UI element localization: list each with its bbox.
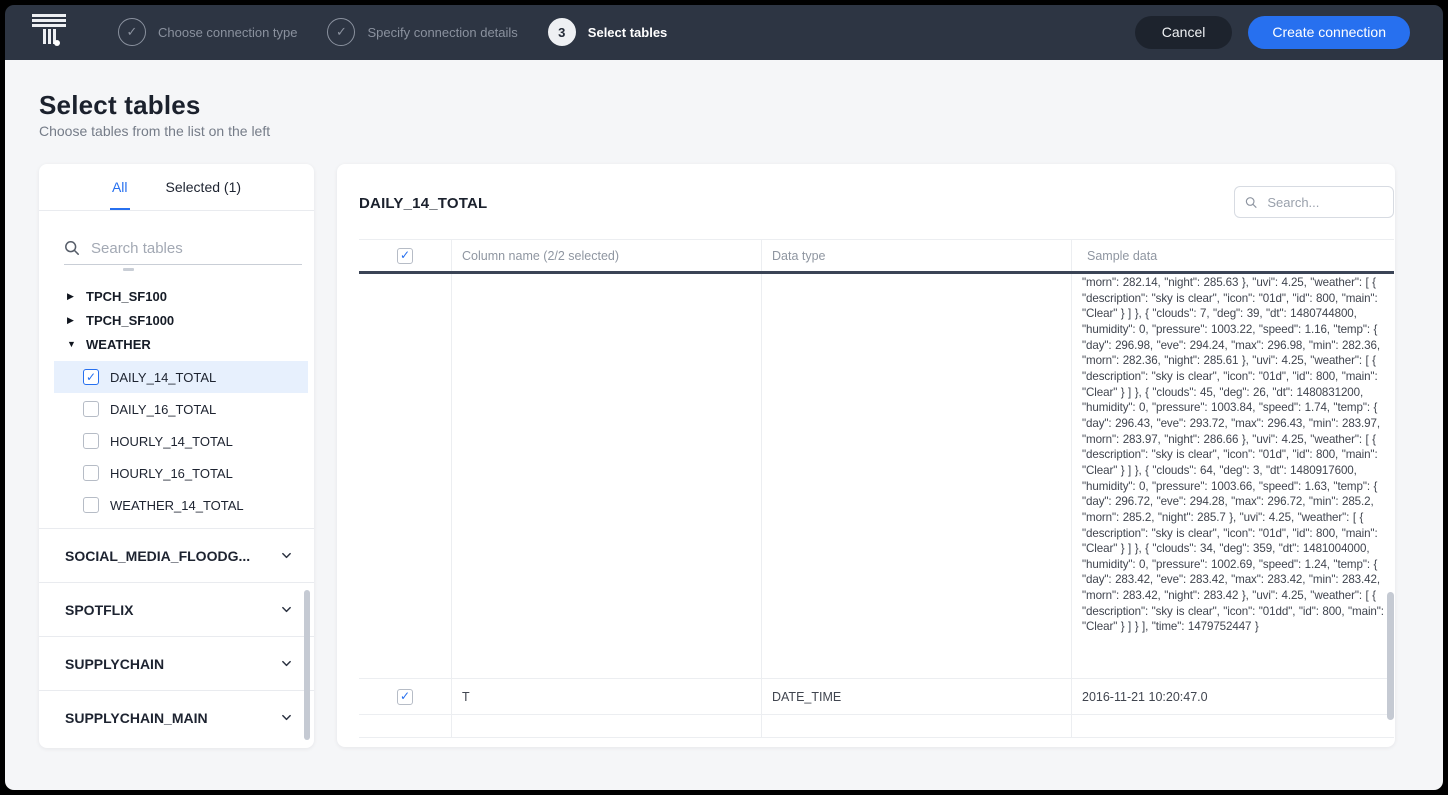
table-row: "morn": 282.14, "night": 285.63 }, "uvi"…: [359, 274, 1394, 679]
thoughtspot-logo-icon: [30, 14, 68, 50]
table-item-label: DAILY_16_TOTAL: [110, 402, 216, 417]
columns-search-input[interactable]: [1265, 194, 1383, 211]
data-type-header: Data type: [762, 240, 1072, 271]
table-item-weather-14-total[interactable]: ✓ WEATHER_14_TOTAL: [54, 489, 308, 521]
table-item-label: HOURLY_16_TOTAL: [110, 466, 233, 481]
caret-right-icon: ▶: [67, 315, 77, 326]
column-name-cell: [452, 274, 762, 678]
accordion-label: SUPPLYCHAIN_MAIN: [65, 710, 208, 726]
tab-selected[interactable]: Selected (1): [164, 164, 243, 210]
chevron-down-icon: [281, 604, 292, 615]
step-choose-connection-type: ✓ Choose connection type: [118, 18, 297, 46]
search-icon: [64, 240, 80, 256]
sample-data-header: Sample data: [1072, 240, 1394, 271]
sidebar-tabs: All Selected (1): [39, 164, 314, 211]
table-item-label: DAILY_14_TOTAL: [110, 370, 216, 385]
step-done-check-icon: ✓: [118, 18, 146, 46]
accordion-label: SUPPLYCHAIN: [65, 656, 164, 672]
selected-table-title: DAILY_14_TOTAL: [359, 195, 487, 212]
create-connection-button[interactable]: Create connection: [1248, 16, 1410, 49]
row-checkbox-cell: [359, 274, 452, 678]
tree-group-tpch-sf1000[interactable]: ▶ TPCH_SF1000: [39, 308, 314, 332]
chevron-down-icon: [281, 712, 292, 723]
table-item-label: HOURLY_14_TOTAL: [110, 434, 233, 449]
table-item-daily-14-total[interactable]: ✓ DAILY_14_TOTAL: [54, 361, 308, 393]
accordion-label: SOCIAL_MEDIA_FLOODG...: [65, 548, 250, 564]
window: ✓ Choose connection type ✓ Specify conne…: [0, 0, 1448, 795]
tables-sidebar: All Selected (1) ▶ TPCH_SF100 ▶: [39, 164, 314, 748]
chevron-down-icon: [281, 658, 292, 669]
stepper: ✓ Choose connection type ✓ Specify conne…: [118, 18, 667, 46]
step-done-check-icon: ✓: [327, 18, 355, 46]
step-number-badge: 3: [548, 18, 576, 46]
page-subtitle: Choose tables from the list on the left: [39, 123, 270, 139]
step-specify-connection-details: ✓ Specify connection details: [327, 18, 517, 46]
step-label: Specify connection details: [367, 25, 517, 40]
accordion-supplychain[interactable]: SUPPLYCHAIN: [39, 636, 314, 690]
tables-tree: ▶ TPCH_SF100 ▶ TPCH_SF1000 ▼ WEATHER ✓ D…: [39, 268, 314, 521]
caret-down-icon: ▼: [67, 339, 77, 349]
caret-right-icon: ▶: [67, 291, 77, 302]
columns-search-box: [1234, 186, 1394, 218]
tree-group-label: TPCH_SF1000: [86, 313, 174, 328]
step-label: Select tables: [588, 25, 668, 40]
row-checkbox-cell: [359, 715, 452, 737]
columns-table-header: ✓ Column name (2/2 selected) Data type S…: [359, 239, 1394, 274]
sample-data-cell: "morn": 282.14, "night": 285.63 }, "uvi"…: [1072, 274, 1394, 678]
accordion-spotflix[interactable]: SPOTFLIX: [39, 582, 314, 636]
table-detail-panel: DAILY_14_TOTAL ✓ Column name (2/2 select…: [337, 164, 1395, 747]
table-item-hourly-14-total[interactable]: ✓ HOURLY_14_TOTAL: [54, 425, 308, 457]
accordion-supplychain-main[interactable]: SUPPLYCHAIN_MAIN: [39, 690, 314, 744]
data-type-cell: [762, 715, 1072, 737]
app-screen: ✓ Choose connection type ✓ Specify conne…: [4, 4, 1444, 791]
tree-group-weather[interactable]: ▼ WEATHER: [39, 332, 314, 356]
data-type-cell: [762, 274, 1072, 678]
table-scrollbar[interactable]: [1387, 592, 1394, 720]
column-name-cell: [452, 715, 762, 737]
sidebar-scrollbar[interactable]: [304, 590, 310, 740]
accordion-label: SPOTFLIX: [65, 602, 133, 618]
column-name-cell: T: [452, 679, 762, 714]
select-all-cell: ✓: [359, 240, 452, 271]
tree-group-label: TPCH_SF100: [86, 289, 167, 304]
table-item-hourly-16-total[interactable]: ✓ HOURLY_16_TOTAL: [54, 457, 308, 489]
tree-group-tpch-sf100[interactable]: ▶ TPCH_SF100: [39, 284, 314, 308]
chevron-down-icon: [281, 550, 292, 561]
row-checkbox[interactable]: ✓: [397, 689, 413, 705]
tree-group-label: WEATHER: [86, 337, 151, 352]
scrolled-item-sliver: [123, 268, 134, 271]
step-select-tables: 3 Select tables: [548, 18, 668, 46]
search-icon: [1245, 195, 1257, 210]
columns-table: ✓ Column name (2/2 selected) Data type S…: [359, 239, 1394, 738]
table-item-daily-16-total[interactable]: ✓ DAILY_16_TOTAL: [54, 393, 308, 425]
sample-data-cell: 2016-11-21 10:20:47.0: [1072, 679, 1394, 714]
sample-data-cell: [1072, 715, 1394, 737]
sample-json-text: "morn": 282.14, "night": 285.63 }, "uvi"…: [1082, 274, 1394, 635]
table-row-partial: [359, 715, 1394, 738]
checkbox-unchecked-icon[interactable]: ✓: [83, 465, 99, 481]
table-item-label: WEATHER_14_TOTAL: [110, 498, 244, 513]
select-all-checkbox[interactable]: ✓: [397, 248, 413, 264]
data-type-cell: DATE_TIME: [762, 679, 1072, 714]
search-tables-input[interactable]: [89, 239, 302, 258]
topbar: ✓ Choose connection type ✓ Specify conne…: [4, 4, 1444, 60]
topbar-actions: Cancel Create connection: [1135, 16, 1410, 49]
step-label: Choose connection type: [158, 25, 297, 40]
checkbox-checked-icon[interactable]: ✓: [83, 369, 99, 385]
cancel-button[interactable]: Cancel: [1135, 16, 1233, 49]
schema-accordions: SOCIAL_MEDIA_FLOODG... SPOTFLIX SUPPLYCH…: [39, 528, 314, 744]
checkbox-unchecked-icon[interactable]: ✓: [83, 497, 99, 513]
table-row: ✓ T DATE_TIME 2016-11-21 10:20:47.0: [359, 679, 1394, 715]
sidebar-search: [64, 232, 302, 265]
tab-all[interactable]: All: [110, 164, 130, 210]
accordion-social-media-floodgates[interactable]: SOCIAL_MEDIA_FLOODG...: [39, 528, 314, 582]
checkbox-unchecked-icon[interactable]: ✓: [83, 401, 99, 417]
checkbox-unchecked-icon[interactable]: ✓: [83, 433, 99, 449]
column-name-header: Column name (2/2 selected): [452, 240, 762, 271]
row-checkbox-cell: ✓: [359, 679, 452, 714]
page-title: Select tables: [39, 90, 201, 121]
